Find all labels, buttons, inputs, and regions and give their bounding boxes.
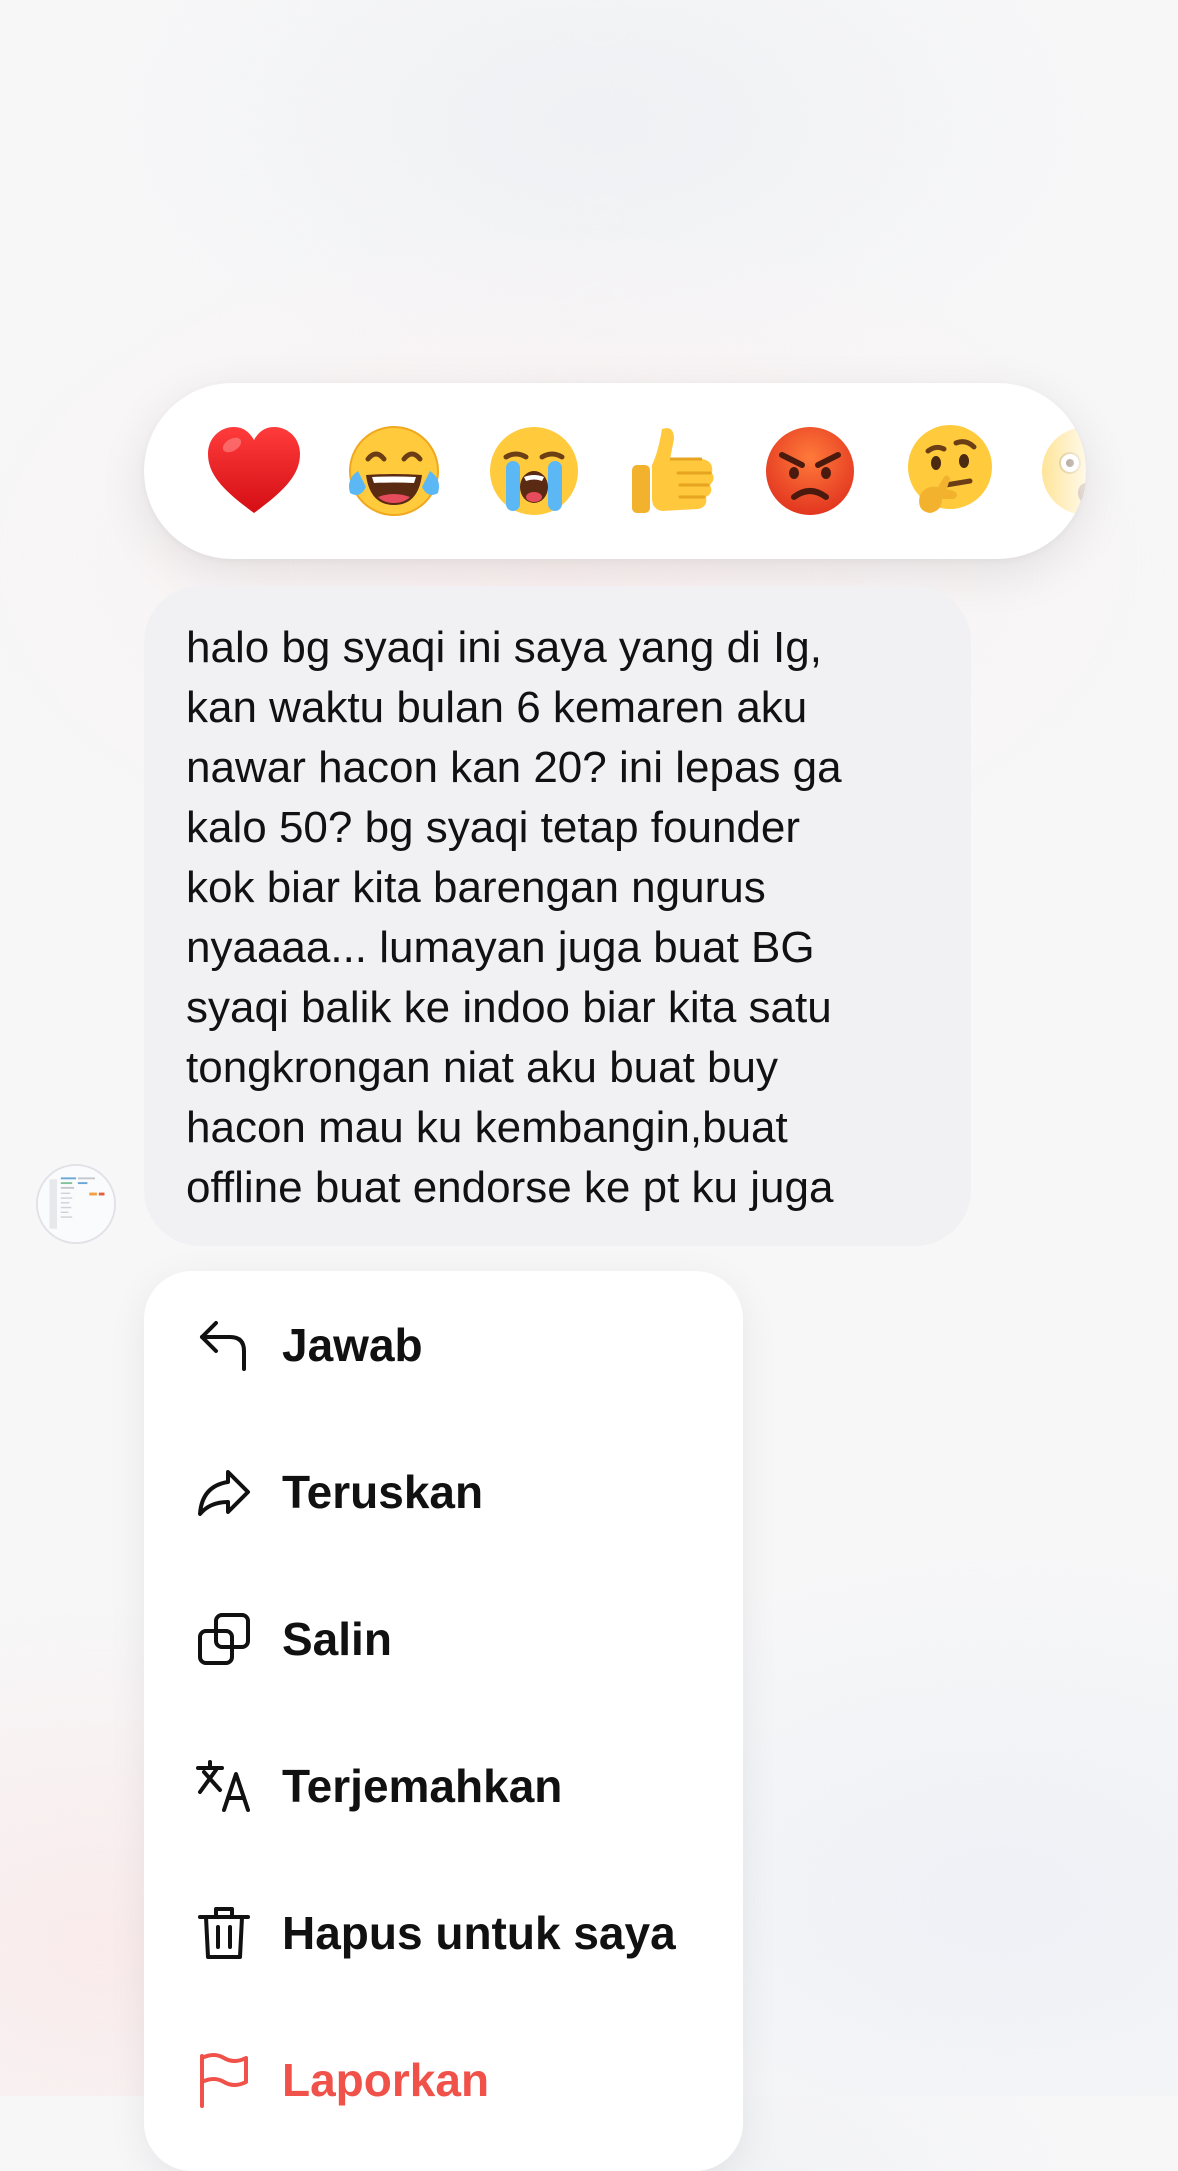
reaction-thinking-face[interactable] xyxy=(898,421,998,521)
menu-item-label: Salin xyxy=(282,1612,392,1665)
reaction-bar-fade xyxy=(1016,383,1086,559)
reaction-bar xyxy=(144,383,1086,559)
message-line: kan waktu bulan 6 kemaren aku xyxy=(186,683,808,732)
menu-item-delete-for-me[interactable]: Hapus untuk saya xyxy=(144,1859,743,2006)
thumbs-up-emoji-icon xyxy=(632,428,714,513)
reaction-heart[interactable] xyxy=(204,421,304,521)
menu-item-reply[interactable]: Jawab xyxy=(144,1271,743,1418)
menu-item-label: Laporkan xyxy=(282,2053,490,2106)
menu-item-label: Teruskan xyxy=(282,1465,484,1518)
menu-item-label: Hapus untuk saya xyxy=(282,1906,676,1959)
forward-icon xyxy=(196,1464,252,1520)
menu-item-copy[interactable]: Salin xyxy=(144,1565,743,1712)
message-line: syaqi balik ke indoo biar kita satu xyxy=(186,983,832,1032)
angry-face-emoji-icon xyxy=(766,427,854,515)
reply-icon xyxy=(196,1317,252,1373)
message-line: nyaaaa... lumayan juga buat BG xyxy=(186,923,815,972)
message-line: hacon mau ku kembangin,buat xyxy=(186,1103,788,1152)
message-line: offline buat endorse ke pt ku juga xyxy=(186,1163,834,1212)
menu-item-label: Jawab xyxy=(282,1318,423,1371)
context-menu: Jawab Teruskan Salin Terjemahkan Hapus u… xyxy=(144,1271,743,2171)
message-line: tongkrongan niat aku buat buy xyxy=(186,1043,779,1092)
loudly-crying-emoji-icon xyxy=(490,427,578,515)
reaction-thumbs-up[interactable] xyxy=(622,421,722,521)
tears-of-joy-emoji-icon xyxy=(349,426,439,516)
message-line: kalo 50? bg syaqi tetap founder xyxy=(186,803,801,852)
thinking-face-emoji-icon xyxy=(908,425,992,513)
message-bubble[interactable]: halo bg syaqi ini saya yang di Ig, kan w… xyxy=(144,586,971,1246)
avatar-image xyxy=(38,1166,114,1242)
menu-item-forward[interactable]: Teruskan xyxy=(144,1418,743,1565)
copy-icon xyxy=(196,1611,252,1667)
translate-icon xyxy=(196,1758,252,1814)
message-line: nawar hacon kan 20? ini lepas ga xyxy=(186,743,842,792)
menu-item-label: Terjemahkan xyxy=(282,1759,563,1812)
reaction-angry-face[interactable] xyxy=(760,421,860,521)
reaction-list xyxy=(144,383,1086,559)
menu-item-translate[interactable]: Terjemahkan xyxy=(144,1712,743,1859)
red-heart-emoji-icon xyxy=(208,427,300,513)
message-line: halo bg syaqi ini saya yang di Ig, xyxy=(186,623,822,672)
message-text: halo bg syaqi ini saya yang di Ig, kan w… xyxy=(186,618,941,1218)
flag-icon xyxy=(196,2052,252,2108)
sender-avatar[interactable] xyxy=(36,1164,116,1244)
reaction-tears-of-joy[interactable] xyxy=(344,421,444,521)
reaction-loudly-crying[interactable] xyxy=(484,421,584,521)
menu-item-report[interactable]: Laporkan xyxy=(144,2006,743,2153)
message-line: kok biar kita barengan ngurus xyxy=(186,863,766,912)
trash-icon xyxy=(196,1905,252,1961)
